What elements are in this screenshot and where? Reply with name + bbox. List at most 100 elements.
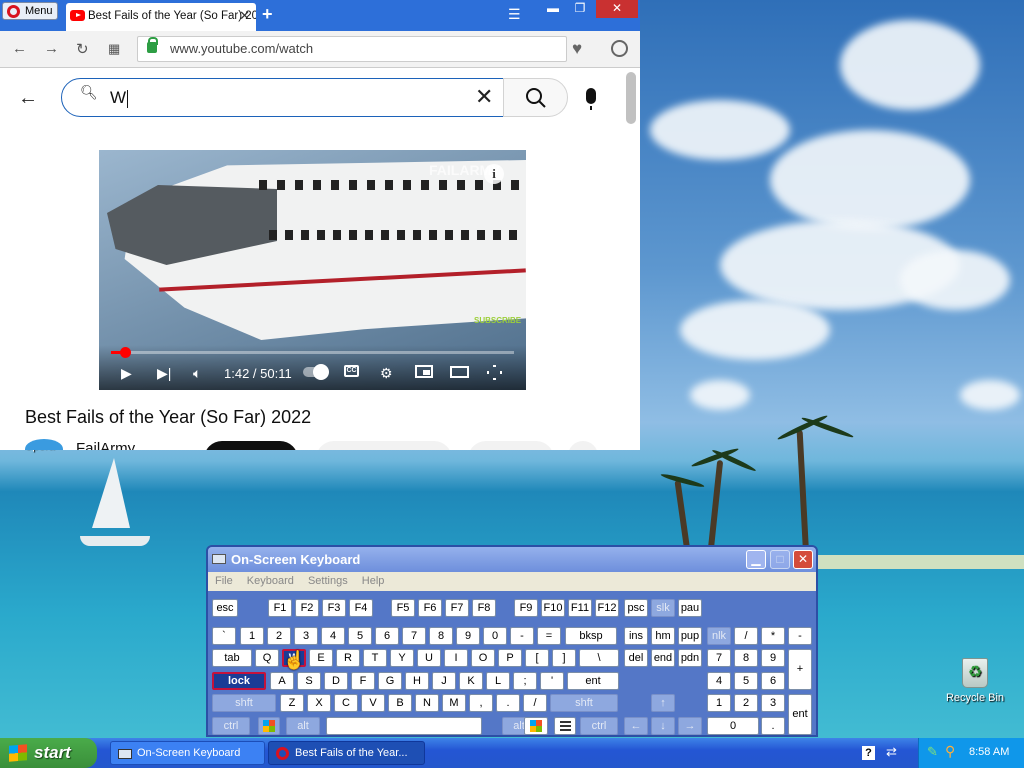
minimize-button[interactable]: ▬ [539, 0, 567, 18]
menu-help[interactable]: Help [362, 575, 385, 587]
key-shift-3[interactable]: C [334, 694, 358, 712]
key-fn-1[interactable]: F1 [268, 599, 292, 617]
menu-keyboard[interactable]: Keyboard [247, 575, 294, 587]
key-num-0[interactable]: ` [212, 627, 236, 645]
key-shift-14[interactable]: 2 [734, 694, 758, 712]
key-fn-14[interactable]: slk [651, 599, 675, 617]
key-fn-6[interactable]: F6 [418, 599, 442, 617]
key-bottom-7[interactable]: 0 [707, 717, 759, 735]
key-shift-0[interactable]: shft [212, 694, 276, 712]
key-home-6[interactable]: H [405, 672, 429, 690]
key-num-14[interactable]: ins [624, 627, 648, 645]
next-icon[interactable]: ▶| [157, 365, 171, 382]
key-shift-7[interactable]: M [442, 694, 466, 712]
key-home-7[interactable]: J [432, 672, 456, 690]
autoplay-toggle[interactable] [303, 364, 329, 380]
share-button[interactable] [468, 441, 554, 450]
key-bottom-1[interactable]: alt [286, 717, 320, 735]
clear-search-icon[interactable]: ✕ [475, 84, 493, 110]
microphone-icon[interactable] [586, 88, 596, 110]
key-top-8[interactable]: I [444, 649, 468, 667]
play-icon[interactable]: ▶ [121, 365, 132, 382]
key-num-11[interactable]: - [510, 627, 534, 645]
key-num-7[interactable]: 7 [402, 627, 426, 645]
like-button[interactable] [316, 441, 452, 450]
miniplayer-icon[interactable] [415, 365, 433, 378]
key-top-11[interactable]: [ [525, 649, 549, 667]
key-shift-4[interactable]: V [361, 694, 385, 712]
captions-icon[interactable]: CC [344, 365, 359, 377]
progress-knob[interactable] [119, 347, 131, 358]
key-num-5[interactable]: 5 [348, 627, 372, 645]
key-num-3[interactable]: 3 [294, 627, 318, 645]
tray-search-icon[interactable]: ⚲ [945, 743, 955, 760]
key-top-9[interactable]: O [471, 649, 495, 667]
taskbar-item-opera[interactable]: Best Fails of the Year... [268, 741, 425, 765]
key-top-14[interactable]: del [624, 649, 648, 667]
key-space[interactable] [326, 717, 482, 735]
help-icon[interactable]: ? [862, 746, 875, 760]
key-top-15[interactable]: end [651, 649, 675, 667]
restore-button[interactable]: ❐ [566, 0, 594, 18]
key-num-19[interactable]: * [761, 627, 785, 645]
key-home-14[interactable]: 5 [734, 672, 758, 690]
key-num-20[interactable]: - [788, 627, 812, 645]
key-fn-10[interactable]: F10 [541, 599, 565, 617]
key-num-16[interactable]: pup [678, 627, 702, 645]
key-shift-13[interactable]: 1 [707, 694, 731, 712]
back-arrow-icon[interactable]: ← [18, 87, 38, 110]
desktop-icon-recycle-bin[interactable]: ♻ Recycle Bin [940, 658, 1010, 704]
settings-gear-icon[interactable]: ⚙ [380, 365, 393, 382]
tab-youtube[interactable]: Best Fails of the Year (So Far) 2022 ✕ [66, 3, 256, 31]
key-top-7[interactable]: U [417, 649, 441, 667]
key-menu-icon[interactable] [554, 717, 576, 735]
page-scrollbar[interactable] [626, 72, 636, 124]
key-shift-16[interactable]: ent [788, 694, 812, 735]
tray-app-icon[interactable]: ✎ [927, 744, 938, 760]
channel-avatar[interactable] [25, 439, 63, 450]
key-top-13[interactable]: \ [579, 649, 619, 667]
key-fn-12[interactable]: F12 [595, 599, 619, 617]
key-fn-9[interactable]: F9 [514, 599, 538, 617]
key-fn-11[interactable]: F11 [568, 599, 592, 617]
tab-close-icon[interactable]: ✕ [239, 3, 250, 29]
key-num-17[interactable]: nlk [707, 627, 731, 645]
key-home-1[interactable]: A [270, 672, 294, 690]
osk-title-bar[interactable]: On-Screen Keyboard [208, 547, 816, 572]
key-shift-6[interactable]: N [415, 694, 439, 712]
key-home-12[interactable]: ent [567, 672, 619, 690]
key-bottom-8[interactable]: . [761, 717, 785, 735]
subscribe-button[interactable] [204, 441, 298, 450]
bookmark-heart-icon[interactable]: ♥ [572, 39, 582, 59]
close-button[interactable]: ✕ [596, 0, 638, 18]
account-icon[interactable] [611, 40, 628, 57]
key-home-4[interactable]: F [351, 672, 375, 690]
progress-bar[interactable] [111, 347, 514, 358]
key-home-15[interactable]: 6 [761, 672, 785, 690]
key-shift-11[interactable]: shft [550, 694, 618, 712]
fullscreen-icon[interactable] [487, 365, 502, 380]
key-shift-2[interactable]: X [307, 694, 331, 712]
key-shift-1[interactable]: Z [280, 694, 304, 712]
key-top-1[interactable]: Q [255, 649, 279, 667]
info-icon[interactable]: i [484, 164, 504, 184]
key-fn-8[interactable]: F8 [472, 599, 496, 617]
volume-icon[interactable]: 🔈︎ [193, 365, 201, 382]
key-home-3[interactable]: D [324, 672, 348, 690]
key-num-13[interactable]: bksp [565, 627, 617, 645]
key-top-0[interactable]: tab [212, 649, 252, 667]
tab-menu-icon[interactable]: ☰ [508, 6, 521, 23]
key-shift-5[interactable]: B [388, 694, 412, 712]
search-button[interactable] [503, 78, 568, 117]
key-fn-3[interactable]: F3 [322, 599, 346, 617]
key-top-12[interactable]: ] [552, 649, 576, 667]
key-bottom-6[interactable]: → [678, 717, 702, 735]
key-top-6[interactable]: Y [390, 649, 414, 667]
key-top-20[interactable]: + [788, 649, 812, 690]
key-num-15[interactable]: hm [651, 627, 675, 645]
key-windows-icon[interactable] [524, 717, 548, 735]
key-bottom-3[interactable]: ctrl [580, 717, 618, 735]
key-home-11[interactable]: ' [540, 672, 564, 690]
key-home-13[interactable]: 4 [707, 672, 731, 690]
theater-mode-icon[interactable] [450, 366, 469, 378]
